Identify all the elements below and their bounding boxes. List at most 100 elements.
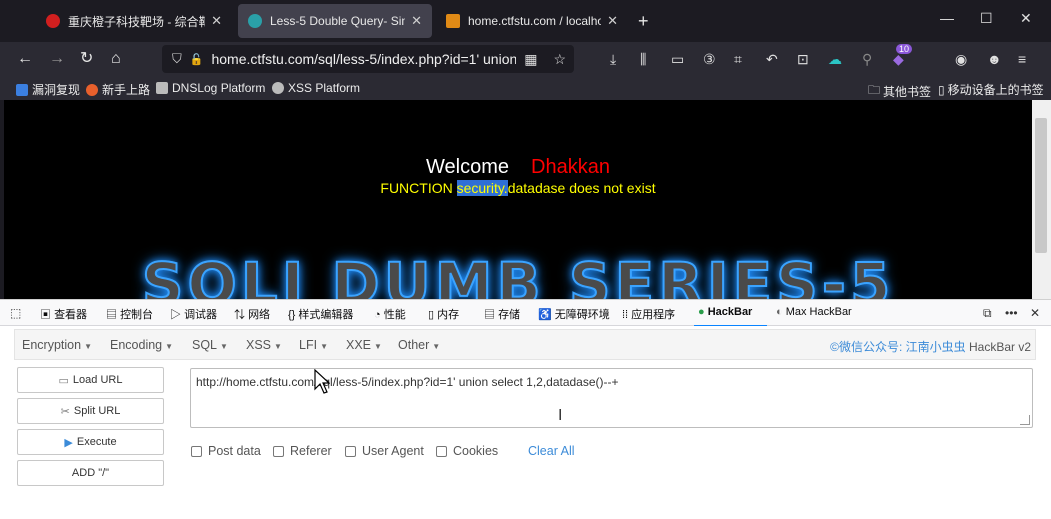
tab-label: 查看器 bbox=[54, 309, 88, 321]
style-editor-icon: {} bbox=[288, 309, 299, 321]
dock-icon[interactable]: ⧉ bbox=[983, 306, 992, 321]
record-icon[interactable]: ◉ bbox=[955, 51, 967, 68]
reader-icon[interactable]: ⊡ bbox=[797, 51, 809, 68]
clear-all-link[interactable]: Clear All bbox=[528, 444, 575, 458]
caret-down-icon: ▼ bbox=[320, 342, 328, 351]
address-bar[interactable]: ⛉ 🔓 home.ctfstu.com/sql/less-5/index.php… bbox=[162, 45, 574, 73]
tab-console[interactable]: ▤ 控制台 bbox=[106, 306, 153, 322]
tab-hackbar[interactable]: ● HackBar bbox=[698, 306, 752, 318]
button-label: ADD "/" bbox=[71, 467, 110, 479]
execute-button[interactable]: ▶ Execute bbox=[17, 429, 164, 455]
tab-range-platform[interactable]: 重庆橙子科技靶场 - 综合靶场练习平 ✕ bbox=[36, 4, 232, 38]
tab-storage[interactable]: ▤ 存储 bbox=[484, 306, 520, 322]
minimize-button[interactable]: — bbox=[940, 10, 954, 26]
credit-link[interactable]: ©微信公众号: 江南小虫虫 bbox=[830, 340, 966, 354]
url-text[interactable]: home.ctfstu.com/sql/less-5/index.php?id=… bbox=[211, 51, 516, 67]
post-data-checkbox[interactable]: Post data bbox=[191, 444, 261, 458]
tab-memory[interactable]: ▯ 内存 bbox=[428, 306, 459, 322]
tab-max-hackbar[interactable]: ◐ Max HackBar bbox=[776, 306, 852, 318]
menu-other[interactable]: Other ▼ bbox=[398, 338, 440, 352]
menu-encoding[interactable]: Encoding ▼ bbox=[110, 338, 173, 352]
menu-encryption[interactable]: Encryption ▼ bbox=[22, 338, 92, 352]
menu-label: Other bbox=[398, 338, 430, 352]
tab-debugger[interactable]: ▷ 调试器 bbox=[170, 306, 217, 322]
tab-close-icon[interactable]: ✕ bbox=[411, 13, 422, 29]
query-text[interactable]: http://home.ctfstu.com/sql/less-5/index.… bbox=[196, 375, 619, 389]
menu-sql[interactable]: SQL ▼ bbox=[192, 338, 228, 352]
split-url-button[interactable]: ✂ Split URL bbox=[17, 398, 164, 424]
bookmark-label: DNSLog Platform bbox=[172, 81, 266, 95]
tab-inspector[interactable]: ▣ 查看器 bbox=[40, 306, 87, 322]
back-button[interactable]: ← bbox=[17, 49, 33, 69]
add-slash-button[interactable]: ADD "/" bbox=[17, 460, 164, 486]
checkbox-box[interactable] bbox=[191, 445, 202, 457]
account-icon[interactable]: ☻ bbox=[987, 51, 1002, 67]
checkbox-box[interactable] bbox=[273, 445, 284, 457]
globe-favicon-icon bbox=[248, 14, 262, 28]
tab-application[interactable]: ⁞⁞ 应用程序 bbox=[622, 306, 675, 322]
devtools-toolbar: ⬚ ▣ 查看器 ▤ 控制台 ▷ 调试器 ⇅ 网络 {} 样式编辑器 ◔ 性能 ▯… bbox=[0, 299, 1051, 327]
tab-phpmyadmin[interactable]: home.ctfstu.com / localhost / ✕ bbox=[436, 4, 628, 38]
forward-button[interactable]: → bbox=[49, 49, 65, 69]
extension-badge: 10 bbox=[896, 44, 913, 54]
tab-label: 性能 bbox=[383, 309, 406, 321]
menu-xxe[interactable]: XXE ▼ bbox=[346, 338, 382, 352]
sidebar-icon[interactable]: ▭ bbox=[671, 51, 684, 68]
button-label: Load URL bbox=[72, 374, 123, 386]
error-prefix: FUNCTION bbox=[380, 180, 457, 196]
checkbox-box[interactable] bbox=[436, 445, 447, 457]
accessibility-icon: ♿ bbox=[538, 309, 555, 321]
checkbox-box[interactable] bbox=[345, 445, 356, 457]
more-options-icon[interactable]: ••• bbox=[1005, 306, 1018, 320]
bookmark-item[interactable]: 新手上路 bbox=[86, 81, 150, 98]
console-icon: ▤ bbox=[106, 309, 121, 321]
download-icon[interactable]: ⤓ bbox=[610, 51, 616, 68]
resize-handle[interactable] bbox=[1020, 415, 1030, 425]
close-window-button[interactable]: ✕ bbox=[1020, 10, 1032, 27]
menu-icon[interactable]: ≡ bbox=[1018, 51, 1026, 67]
close-devtools-icon[interactable]: ✕ bbox=[1030, 306, 1040, 320]
home-button[interactable]: ⌂ bbox=[111, 49, 121, 69]
cookies-checkbox[interactable]: Cookies bbox=[436, 444, 498, 458]
extension-counter-icon[interactable]: ③ bbox=[703, 51, 716, 68]
globe-icon bbox=[272, 82, 284, 94]
scroll-thumb[interactable] bbox=[1035, 118, 1047, 253]
new-tab-button[interactable]: + bbox=[638, 11, 649, 31]
bookmark-folder-mobile[interactable]: ▯ 移动设备上的书签 bbox=[938, 81, 1044, 98]
maximize-button[interactable]: ☐ bbox=[980, 10, 993, 27]
menu-xss[interactable]: XSS ▼ bbox=[246, 338, 282, 352]
caret-down-icon: ▼ bbox=[84, 342, 92, 351]
lock-icon[interactable]: 🔓 bbox=[190, 53, 204, 66]
qr-code-icon[interactable]: ▦ bbox=[524, 51, 537, 68]
bookmark-star-icon[interactable]: ☆ bbox=[553, 51, 566, 68]
bookmark-item[interactable]: 漏洞复现 bbox=[16, 81, 80, 98]
reload-button[interactable]: ↻ bbox=[80, 49, 93, 69]
library-icon[interactable]: ⫼ bbox=[640, 51, 646, 68]
tab-close-icon[interactable]: ✕ bbox=[211, 13, 222, 29]
page-scrollbar[interactable] bbox=[1032, 100, 1051, 299]
tab-less5[interactable]: Less-5 Double Query- Single ✕ bbox=[238, 4, 432, 38]
bookmark-folder-other[interactable]: 🗀 其他书签 bbox=[868, 81, 931, 102]
load-url-button[interactable]: ▭ Load URL bbox=[17, 367, 164, 393]
referer-checkbox[interactable]: Referer bbox=[273, 444, 332, 458]
bookmark-item[interactable]: XSS Platform bbox=[272, 81, 360, 95]
bookmark-item[interactable]: DNSLog Platform bbox=[156, 81, 265, 95]
page-content: Welcome Dhakkan FUNCTION security.datadas… bbox=[4, 100, 1032, 299]
shield-icon[interactable]: ⛉ bbox=[172, 51, 182, 67]
tab-network[interactable]: ⇅ 网络 bbox=[234, 306, 270, 322]
hackbar-credit[interactable]: ©微信公众号: 江南小虫虫 HackBar v2 bbox=[830, 338, 1031, 355]
undo-icon[interactable]: ↶ bbox=[766, 51, 778, 68]
cloud-icon[interactable]: ☁ bbox=[828, 51, 842, 68]
tab-style-editor[interactable]: {} 样式编辑器 bbox=[288, 306, 353, 322]
tab-accessibility[interactable]: ♿ 无障碍环境 bbox=[538, 306, 610, 322]
tab-label: 存储 bbox=[498, 309, 521, 321]
menu-lfi[interactable]: LFI ▼ bbox=[299, 338, 328, 352]
tab-performance[interactable]: ◔ 性能 bbox=[374, 306, 406, 322]
element-picker-icon[interactable]: ⬚ bbox=[10, 306, 21, 320]
user-agent-checkbox[interactable]: User Agent bbox=[345, 444, 424, 458]
tab-close-icon[interactable]: ✕ bbox=[607, 13, 618, 29]
sqli-banner: SQLI DUMB SERIES-5 bbox=[141, 249, 895, 299]
menu-label: XSS bbox=[246, 338, 272, 352]
pin-icon[interactable]: ⚲ bbox=[862, 51, 872, 68]
crop-icon[interactable]: ⌗ bbox=[734, 51, 742, 68]
